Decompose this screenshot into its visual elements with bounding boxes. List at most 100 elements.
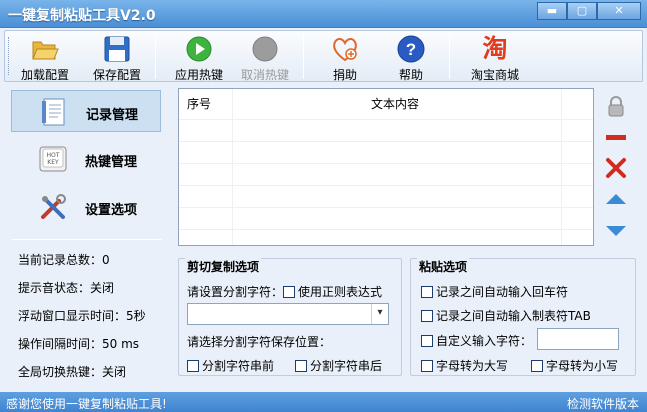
separator-label: 请设置分割字符：	[187, 285, 284, 299]
nav-hotkey-label: 热键管理	[85, 155, 138, 170]
use-regex-label[interactable]: 使用正则表达式	[298, 283, 382, 300]
save-config-button[interactable]: 保存配置	[85, 34, 149, 82]
position-label: 请选择分割字符保存位置：	[187, 335, 332, 349]
before-option[interactable]: 分割字符串前	[187, 357, 274, 374]
stat-record-count: 当前记录总数：0	[18, 253, 110, 267]
status-bar: 感谢您使用一键复制粘贴工具! 检测软件版本	[0, 392, 647, 412]
left-panel-separator	[12, 239, 162, 240]
after-option[interactable]: 分割字符串后	[295, 357, 382, 374]
chevron-down-icon[interactable]: ▾	[371, 304, 388, 324]
list-header: 序号 文本内容	[179, 89, 593, 119]
toolbar: 加载配置 保存配置 应用热键 取消热键 捐助 ? 帮助 淘 淘宝商城	[4, 30, 643, 82]
auto-tab-checkbox[interactable]	[421, 309, 433, 322]
help-button[interactable]: ? 帮助	[379, 34, 443, 82]
delete-icon[interactable]	[604, 156, 628, 180]
donate-button[interactable]: 捐助	[313, 34, 377, 82]
help-icon: ?	[397, 35, 425, 63]
column-divider	[232, 89, 233, 245]
uppercase-label[interactable]: 字母转为大写	[436, 357, 508, 374]
column-header-text[interactable]: 文本内容	[371, 89, 419, 119]
taobao-button[interactable]: 淘 淘宝商城	[463, 34, 527, 82]
auto-enter-label[interactable]: 记录之间自动输入回车符	[436, 283, 568, 300]
nav-hotkey-management[interactable]: HOT KEY 热键管理	[11, 138, 161, 180]
grid-line	[179, 229, 593, 230]
title-bar[interactable]: 一键复制粘贴工具V2.0 ▬ ▢ ✕	[0, 0, 647, 28]
lowercase-option[interactable]: 字母转为小写	[531, 357, 618, 374]
load-config-button[interactable]: 加载配置	[13, 34, 77, 82]
heart-plus-icon	[333, 38, 357, 62]
custom-char-input[interactable]	[537, 328, 619, 350]
grid-line	[179, 163, 593, 164]
nav-settings-label: 设置选项	[85, 203, 138, 218]
window-title: 一键复制粘贴工具V2.0	[8, 8, 156, 24]
folder-open-icon	[32, 41, 59, 60]
window-controls: ▬ ▢ ✕	[537, 2, 641, 20]
play-icon	[186, 36, 212, 62]
status-message: 感谢您使用一键复制粘贴工具!	[6, 397, 167, 411]
lowercase-checkbox[interactable]	[531, 359, 543, 372]
paste-options-group: 粘贴选项 记录之间自动输入回车符 记录之间自动输入制表符TAB 自定义输入字符：…	[410, 258, 636, 376]
auto-enter-option[interactable]: 记录之间自动输入回车符	[421, 283, 568, 300]
cancel-hotkey-label: 取消热键	[240, 68, 289, 82]
check-version-link[interactable]: 检测软件版本	[567, 395, 639, 412]
stop-icon	[252, 36, 278, 62]
taobao-label: 淘宝商城	[470, 68, 519, 82]
document-list-icon	[42, 98, 65, 126]
lowercase-label[interactable]: 字母转为小写	[546, 357, 618, 374]
use-regex-checkbox[interactable]	[283, 285, 296, 298]
separator-select[interactable]: ▾	[187, 303, 389, 325]
grid-line	[179, 185, 593, 186]
before-checkbox[interactable]	[187, 359, 199, 372]
keyboard-key-icon: HOT KEY	[39, 146, 67, 172]
remove-icon[interactable]	[604, 125, 628, 149]
before-label[interactable]: 分割字符串前	[202, 357, 274, 374]
move-up-icon[interactable]	[604, 187, 628, 211]
svg-text:KEY: KEY	[47, 159, 59, 166]
close-button[interactable]: ✕	[597, 2, 641, 20]
after-label[interactable]: 分割字符串后	[310, 357, 382, 374]
uppercase-option[interactable]: 字母转为大写	[421, 357, 508, 374]
nav-settings[interactable]: 设置选项	[11, 186, 161, 228]
paste-group-title: 粘贴选项	[417, 258, 470, 275]
stat-interval: 操作间隔时间：50 ms	[18, 337, 140, 351]
custom-char-checkbox[interactable]	[421, 334, 433, 347]
taobao-icon: 淘	[482, 34, 508, 63]
stat-sound: 提示音状态：关闭	[18, 281, 115, 295]
nav-record-management[interactable]: 记录管理	[11, 90, 161, 132]
nav-record-label: 记录管理	[86, 108, 139, 123]
donate-label: 捐助	[332, 68, 357, 82]
custom-char-label[interactable]: 自定义输入字符：	[436, 332, 532, 349]
save-config-label: 保存配置	[92, 68, 141, 82]
auto-tab-label[interactable]: 记录之间自动输入制表符TAB	[436, 307, 591, 324]
help-label: 帮助	[398, 68, 423, 82]
grid-line	[179, 141, 593, 142]
move-down-icon[interactable]	[604, 218, 628, 242]
separator-row: 请设置分割字符： 使用正则表达式	[187, 283, 382, 300]
apply-hotkey-button[interactable]: 应用热键	[167, 34, 231, 82]
lock-icon[interactable]	[604, 95, 628, 119]
minimize-button[interactable]: ▬	[537, 2, 567, 20]
column-header-index[interactable]: 序号	[187, 89, 211, 119]
uppercase-checkbox[interactable]	[421, 359, 433, 372]
column-divider	[561, 89, 562, 245]
record-list[interactable]: 序号 文本内容	[178, 88, 594, 246]
left-panel: 记录管理 HOT KEY 热键管理 设置选项 当前记录总数：0 提示音状态：关闭…	[8, 88, 166, 384]
custom-char-option[interactable]: 自定义输入字符：	[421, 332, 532, 349]
grid-line	[179, 119, 593, 120]
after-checkbox[interactable]	[295, 359, 307, 372]
apply-hotkey-label: 应用热键	[174, 68, 223, 82]
cancel-hotkey-button[interactable]: 取消热键	[233, 34, 297, 82]
toolbar-separator	[155, 35, 156, 79]
toolbar-grip[interactable]	[8, 37, 11, 75]
grid-line	[179, 207, 593, 208]
cut-copy-group-title: 剪切复制选项	[185, 258, 262, 275]
toolbar-separator	[303, 35, 304, 79]
maximize-button[interactable]: ▢	[567, 2, 597, 20]
svg-text:HOT: HOT	[47, 152, 60, 159]
stat-global-hotkey: 全局切换热键：关闭	[18, 365, 127, 379]
auto-enter-checkbox[interactable]	[421, 285, 433, 298]
auto-tab-option[interactable]: 记录之间自动输入制表符TAB	[421, 307, 591, 324]
floppy-disk-icon	[104, 36, 130, 62]
toolbar-separator	[449, 35, 450, 79]
svg-text:?: ?	[406, 40, 416, 59]
